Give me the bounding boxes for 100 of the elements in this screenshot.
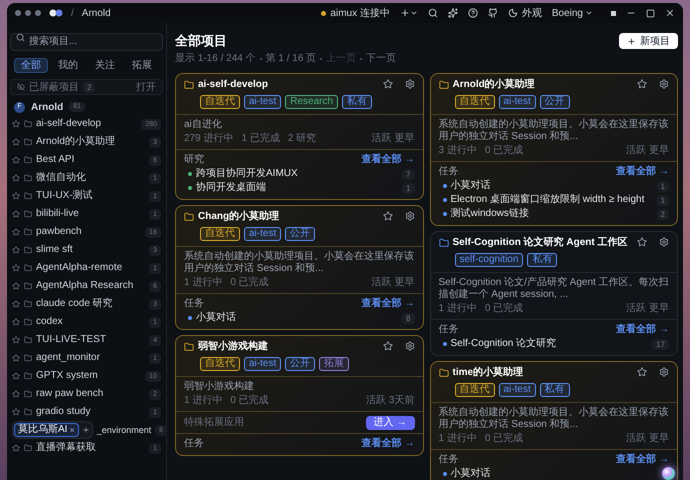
star-icon[interactable]	[12, 210, 20, 218]
pagination-info: 第 1 / 16 页	[266, 53, 316, 65]
project-name[interactable]: codex	[36, 316, 63, 328]
project-name[interactable]: Arnold的小莫助理	[36, 136, 115, 148]
search-field[interactable]: 搜索项目...	[10, 32, 163, 50]
project-name[interactable]: bilibili-live	[36, 208, 79, 220]
moon-icon[interactable]	[508, 8, 518, 18]
star-icon[interactable]	[12, 354, 20, 362]
star-icon[interactable]	[12, 282, 20, 290]
account-button[interactable]: Boeing	[552, 6, 583, 20]
project-card[interactable]: 弱智小游戏构建 自迭代 ai-test 公开 拓展 弱智小游戏构建 1 进行中 0 已完成 活跃 3天前 特殊拓展应用 进入 → 任务 查看全部 →	[175, 335, 424, 456]
section-item[interactable]: Electron 桌面端窗口缩放限制 width ≥ height	[450, 194, 644, 206]
star-icon[interactable]	[12, 246, 20, 254]
view-all-link[interactable]: 查看全部 →	[362, 154, 414, 166]
project-name[interactable]: GPTX system	[36, 370, 98, 382]
close-icon[interactable]	[665, 8, 675, 18]
star-icon[interactable]	[637, 367, 647, 377]
maximize-icon[interactable]	[646, 8, 655, 18]
star-icon[interactable]	[12, 120, 20, 128]
section-item[interactable]: 测试windows链接	[450, 208, 529, 220]
star-icon[interactable]	[637, 237, 647, 247]
section-title: 任务	[184, 438, 204, 450]
project-name[interactable]: gradio study	[36, 406, 90, 418]
project-name[interactable]: _environment	[96, 424, 152, 436]
star-icon[interactable]	[12, 390, 20, 398]
chevron-down-icon[interactable]	[410, 9, 418, 17]
settings-icon[interactable]	[659, 367, 669, 377]
hidden-projects-bar[interactable]: 已屏蔽项目 2 打开	[10, 79, 163, 95]
view-all-link[interactable]: 查看全部 →	[616, 166, 669, 178]
project-stat: 1 进行中	[438, 433, 477, 445]
project-name[interactable]: 微信自动化	[36, 172, 86, 184]
section-item[interactable]: 小莫对话	[450, 468, 490, 480]
star-icon[interactable]	[12, 138, 20, 146]
settings-icon[interactable]	[659, 79, 669, 89]
settings-icon[interactable]	[659, 237, 669, 247]
star-icon[interactable]	[12, 444, 20, 452]
view-all-link[interactable]: 查看全部 →	[362, 438, 414, 450]
project-name[interactable]: slime sft	[36, 244, 73, 256]
new-project-button[interactable]: 新项目	[619, 33, 678, 49]
project-card[interactable]: Self-Cognition 论文研究 Agent 工作区 self-cognition 私有 Self-Cognition 论文/产品研究 Agent 工作区。每次扫描创建一个 Agent session, ... 1 进行中 0 已完成 活跃 更早 任务 查看全部 → Self-Cognition 论文研究 17	[430, 231, 678, 356]
pagination-link[interactable]: 下一页	[366, 53, 396, 65]
star-icon[interactable]	[382, 341, 392, 351]
project-name[interactable]: agent_monitor	[36, 352, 100, 364]
star-icon[interactable]	[12, 228, 20, 236]
project-name[interactable]: Best API	[36, 154, 74, 166]
filter-tab[interactable]: 我的	[51, 58, 85, 73]
filter-tab[interactable]: 全部	[14, 58, 48, 73]
github-icon[interactable]	[488, 8, 498, 18]
project-name[interactable]: AgentAlpha-remote	[36, 262, 122, 274]
section-item[interactable]: 跨项目协同开发AIMUX	[196, 168, 298, 180]
chevron-down-icon[interactable]	[585, 9, 593, 17]
add-tab-icon[interactable]	[82, 426, 90, 434]
help-icon[interactable]	[468, 8, 478, 18]
project-name[interactable]: pawbench	[36, 226, 82, 238]
section-item[interactable]: 小莫对话	[196, 312, 236, 324]
project-name[interactable]: TUI-LIVE-TEST	[36, 334, 106, 346]
star-icon[interactable]	[382, 79, 392, 89]
star-icon[interactable]	[12, 372, 20, 380]
view-all-link[interactable]: 查看全部 →	[616, 324, 669, 336]
project-name[interactable]: raw paw bench	[36, 388, 104, 400]
settings-icon[interactable]	[404, 79, 414, 89]
star-icon[interactable]	[382, 211, 392, 221]
filter-tab[interactable]: 关注	[88, 58, 122, 73]
settings-icon[interactable]	[404, 211, 414, 221]
star-icon[interactable]	[12, 192, 20, 200]
project-description: 系统自动创建的小莫助理项目。小莫会在这里保存该用户的独立对话 Session 和预...	[438, 119, 669, 143]
project-name[interactable]: 直播弹幕获取	[36, 442, 96, 454]
project-name[interactable]: TUI-UX-测试	[36, 190, 93, 202]
project-name[interactable]: ai-self-develop	[36, 118, 102, 130]
star-icon[interactable]	[12, 318, 20, 326]
appearance-button[interactable]: 外观	[522, 6, 542, 20]
project-card[interactable]: Arnold的小莫助理 自迭代 ai-test 公开 系统自动创建的小莫助理项目。小莫会在这里保存该用户的独立对话 Session 和预... 3 进行中 0 已完成 活跃 更早 任务 查看全部 → 小莫对话 1 Electron 桌面端窗口缩放限制 width ≥ height 1 测试windows链接 2	[430, 73, 678, 226]
settings-icon[interactable]	[404, 341, 414, 351]
section-item[interactable]: Self-Cognition 论文研究	[450, 338, 556, 350]
open-link[interactable]: 打开	[136, 80, 156, 94]
floating-tab[interactable]: 莫比乌斯AI ×	[14, 423, 79, 437]
view-all-link[interactable]: 查看全部 →	[362, 298, 414, 310]
view-all-link[interactable]: 查看全部 →	[616, 454, 669, 466]
close-tab-button[interactable]: ×	[69, 424, 75, 436]
star-icon[interactable]	[637, 79, 647, 89]
project-card[interactable]: time的小莫助理 自迭代 ai-test 私有 系统自动创建的小莫助理项目。小莫会在这里保存该用户的独立对话 Session 和预... 1 进行中 0 已完成 活跃 更早 任务 查看全部 → 小莫对话	[430, 361, 678, 480]
search-icon[interactable]	[428, 8, 438, 18]
enter-button[interactable]: 进入 →	[366, 416, 414, 430]
star-icon[interactable]	[12, 300, 20, 308]
project-name[interactable]: claude code 研究	[36, 298, 113, 310]
plus-icon[interactable]	[400, 8, 410, 18]
square-icon[interactable]	[611, 10, 616, 16]
count-badge: 2	[656, 208, 669, 220]
filter-tab[interactable]: 拓展	[125, 58, 159, 73]
star-icon[interactable]	[12, 156, 20, 164]
project-card[interactable]: ai-self-develop 自迭代 ai-test Research 私有 ai自进化 279 进行中 1 已完成 2 研究 活跃 更早 研究 查看全部 → 跨项目协同开发AIMUX 7 协同开发桌面端 1	[175, 73, 424, 200]
section-item[interactable]: 小莫对话	[450, 180, 490, 192]
star-icon[interactable]	[12, 264, 20, 272]
star-icon[interactable]	[12, 336, 20, 344]
star-icon[interactable]	[12, 408, 20, 416]
project-name[interactable]: AgentAlpha Research	[36, 280, 134, 292]
section-item[interactable]: 协同开发桌面端	[196, 182, 266, 194]
project-card[interactable]: Chang的小莫助理 自迭代 ai-test 公开 系统自动创建的小莫助理项目。小莫会在这里保存该用户的独立对话 Session 和预... 1 进行中 0 已完成 活跃 更早 任务 查看全部 → 小莫对话 8	[175, 205, 424, 330]
star-icon[interactable]	[12, 174, 20, 182]
sparkles-icon[interactable]	[448, 8, 458, 18]
